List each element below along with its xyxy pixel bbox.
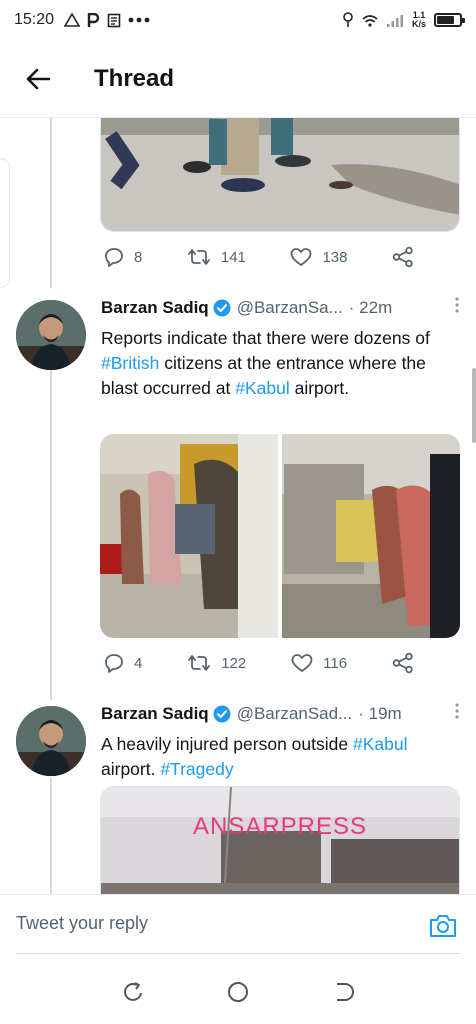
verified-badge-icon [213,299,231,316]
more-options-icon[interactable] [454,296,460,319]
battery-icon [434,13,465,27]
tweet-media-grid[interactable] [100,434,460,638]
retweet-action[interactable]: 122 [187,653,246,673]
author-name[interactable]: Barzan Sadiq [101,298,209,318]
hashtag-link[interactable]: #Kabul [353,734,408,754]
retweet-count: 122 [221,654,247,672]
tweet-time: · 22m [348,297,393,317]
notes-icon [107,13,121,27]
retweet-icon [187,249,210,265]
like-action[interactable]: 138 [290,247,347,267]
text-segment: airport. [101,759,161,779]
more-options-icon[interactable] [454,702,460,725]
heart-icon [291,654,313,672]
text-segment: airport. [289,378,350,398]
battery-fill [437,16,454,24]
verified-badge-icon [213,705,231,722]
tweet-header: Barzan Sadiq @BarzanSad... · 19m [101,702,460,725]
p-icon [87,12,100,27]
media-watermark: ANSARPRESS [192,813,368,840]
reply-action[interactable]: 8 [104,247,142,267]
home-circle-icon [227,982,248,1002]
back-nav-icon [337,983,355,1001]
like-count: 138 [322,248,348,266]
media-images [100,434,460,638]
status-time: 15:20 [14,11,55,28]
retweet-icon [188,655,211,671]
more-dots-icon [128,17,150,23]
side-peek-card [0,158,10,288]
reply-count: 8 [134,248,143,266]
thread-line [50,118,52,288]
author-handle[interactable]: @BarzanSa... [237,298,343,318]
reply-icon [105,248,123,267]
street-photo [101,118,459,231]
tweet-text: A heavily injured person outside #Kabul … [101,732,460,782]
share-icon [392,652,413,674]
text-segment: A heavily injured person outside [101,734,353,754]
home-button[interactable] [223,977,253,1007]
retweet-action[interactable]: 141 [187,247,246,267]
avatar[interactable] [16,706,86,776]
tweet-media-image[interactable] [100,118,460,232]
reply-bar: Tweet your reply [0,894,476,960]
like-count: 116 [323,654,348,672]
reply-action[interactable]: 4 [104,653,142,673]
heart-icon [291,248,312,266]
tweet-time: · 19m [358,703,402,723]
hashtag-link[interactable]: #British [101,353,159,373]
share-action[interactable] [392,652,414,674]
thread-feed[interactable]: 8 141 138 Barzan Sadiq @BarzanSa... · 22… [0,118,476,894]
recent-apps-button[interactable] [118,977,148,1007]
back-button[interactable] [16,57,60,101]
divider [16,953,460,954]
avatar-photo [16,300,86,370]
network-speed: 1.1 K/s [412,11,426,29]
signal-icon [386,14,403,27]
text-segment: Reports indicate that there were dozens … [101,328,430,348]
thread-line [50,370,52,700]
scrollbar-thumb[interactable] [472,368,476,443]
speed-unit: K/s [411,19,426,29]
top-bar: Thread [0,40,476,118]
reply-input[interactable]: Tweet your reply [16,913,148,934]
back-arrow-icon [26,68,50,89]
tweet-actions: 8 141 138 [104,246,414,268]
author-handle[interactable]: @BarzanSad... [237,704,353,724]
back-nav-button[interactable] [328,977,358,1007]
status-bar: 15:20 1.1 K/s [0,0,476,40]
alarm-icon [343,12,353,27]
author-name[interactable]: Barzan Sadiq [101,704,209,724]
tweet-media-image[interactable]: ANSARPRESS [100,786,460,894]
like-action[interactable]: 116 [291,653,347,673]
warning-icon [64,13,81,27]
reply-count: 4 [134,654,143,672]
hashtag-link[interactable]: #Tragedy [160,759,233,779]
thread-line [50,778,52,894]
reply-icon [105,654,123,673]
retweet-count: 141 [220,248,246,266]
recent-apps-icon [123,982,142,1001]
share-action[interactable] [392,246,414,268]
hashtag-link[interactable]: #Kabul [235,378,290,398]
avatar-photo [16,706,86,776]
tweet-actions: 4 122 116 [104,652,414,674]
camera-button[interactable] [426,909,460,943]
system-nav-bar [0,960,476,1024]
page-title: Thread [94,64,175,92]
share-icon [392,246,413,268]
camera-icon [430,915,456,937]
avatar[interactable] [16,300,86,370]
tweet-header: Barzan Sadiq @BarzanSa... · 22m [101,296,460,319]
tweet-text: Reports indicate that there were dozens … [101,326,460,401]
wifi-icon [362,14,378,27]
